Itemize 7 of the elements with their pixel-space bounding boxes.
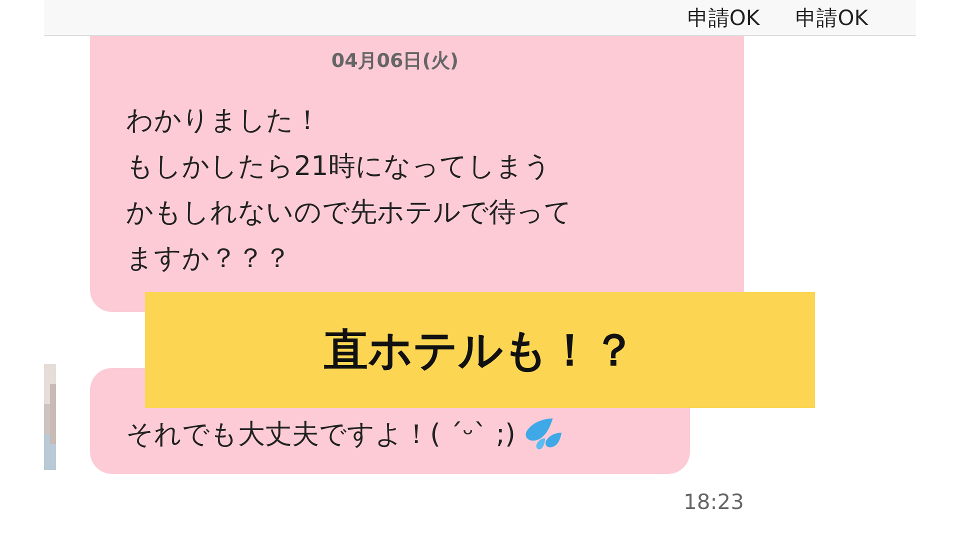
caption-banner: 直ホテルも！？ [145,292,815,408]
message-time: 18:23 [682,490,744,514]
request-ok-label[interactable]: 申請OK [796,4,868,32]
request-ok-label[interactable]: 申請OK [687,4,760,32]
date-label: 04月06日(火) [330,49,460,74]
message-text: わかりました！ もしかしたら21時になってしまう かもしれないので先ホテルで待って ますか？？？ [126,104,572,276]
message-text: それでも大丈夫ですよ！( ´ᵕ` ;) [126,418,516,452]
